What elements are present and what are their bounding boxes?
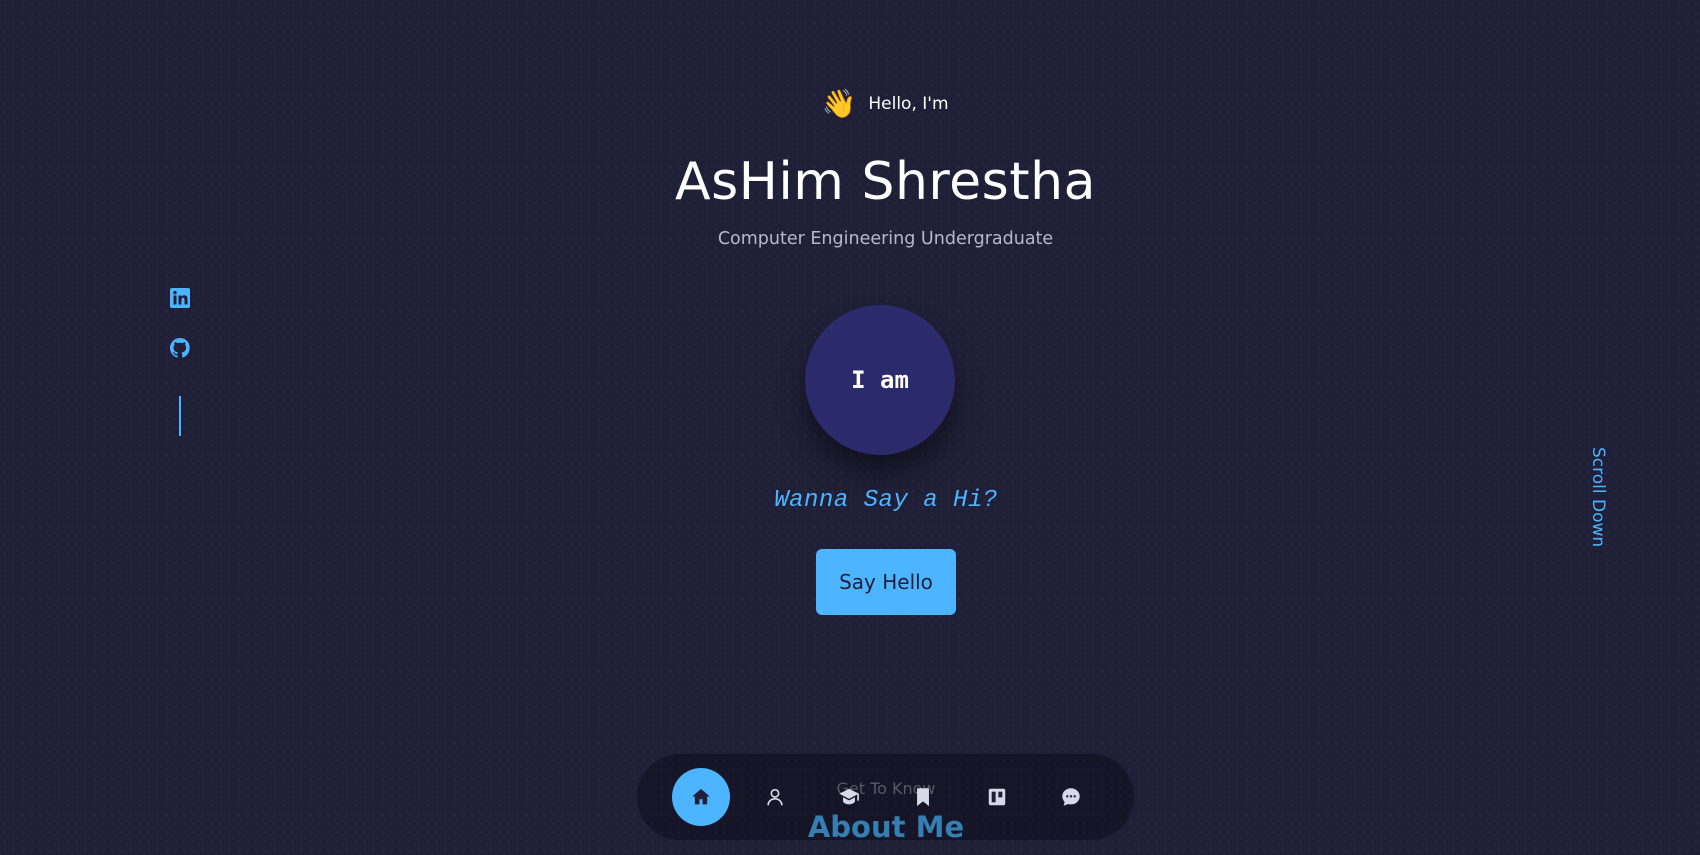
hero-name: AsHim Shrestha [675,152,1096,212]
user-icon [767,788,783,806]
bookmark-icon [917,788,929,807]
chat-icon [1062,788,1080,806]
scroll-down-link[interactable]: Scroll Down [1588,447,1608,547]
greeting-text: Hello, I'm [868,94,949,114]
github-icon[interactable] [168,336,192,360]
nav-experience[interactable] [894,768,952,826]
hero-subtitle: Computer Engineering Undergraduate [717,229,1054,249]
nav-about[interactable] [746,768,804,826]
nav-contact[interactable] [1042,768,1100,826]
bottom-nav [637,754,1134,840]
cta-question: Wanna Say a Hi? [774,487,998,514]
avatar: I am [805,305,955,455]
say-hello-button[interactable]: Say Hello [816,549,956,615]
home-icon [692,788,710,805]
social-divider-line [179,396,181,436]
waving-hand-icon: 👋 [821,87,857,120]
projects-board-icon [988,788,1006,806]
greeting: 👋 Hello, I'm [0,90,1700,118]
graduation-cap-icon [839,788,859,805]
avatar-text: I am [851,366,909,394]
social-links [168,286,192,436]
nav-projects[interactable] [968,768,1026,826]
nav-home[interactable] [672,768,730,826]
linkedin-icon[interactable] [168,286,192,310]
nav-education[interactable] [820,768,878,826]
